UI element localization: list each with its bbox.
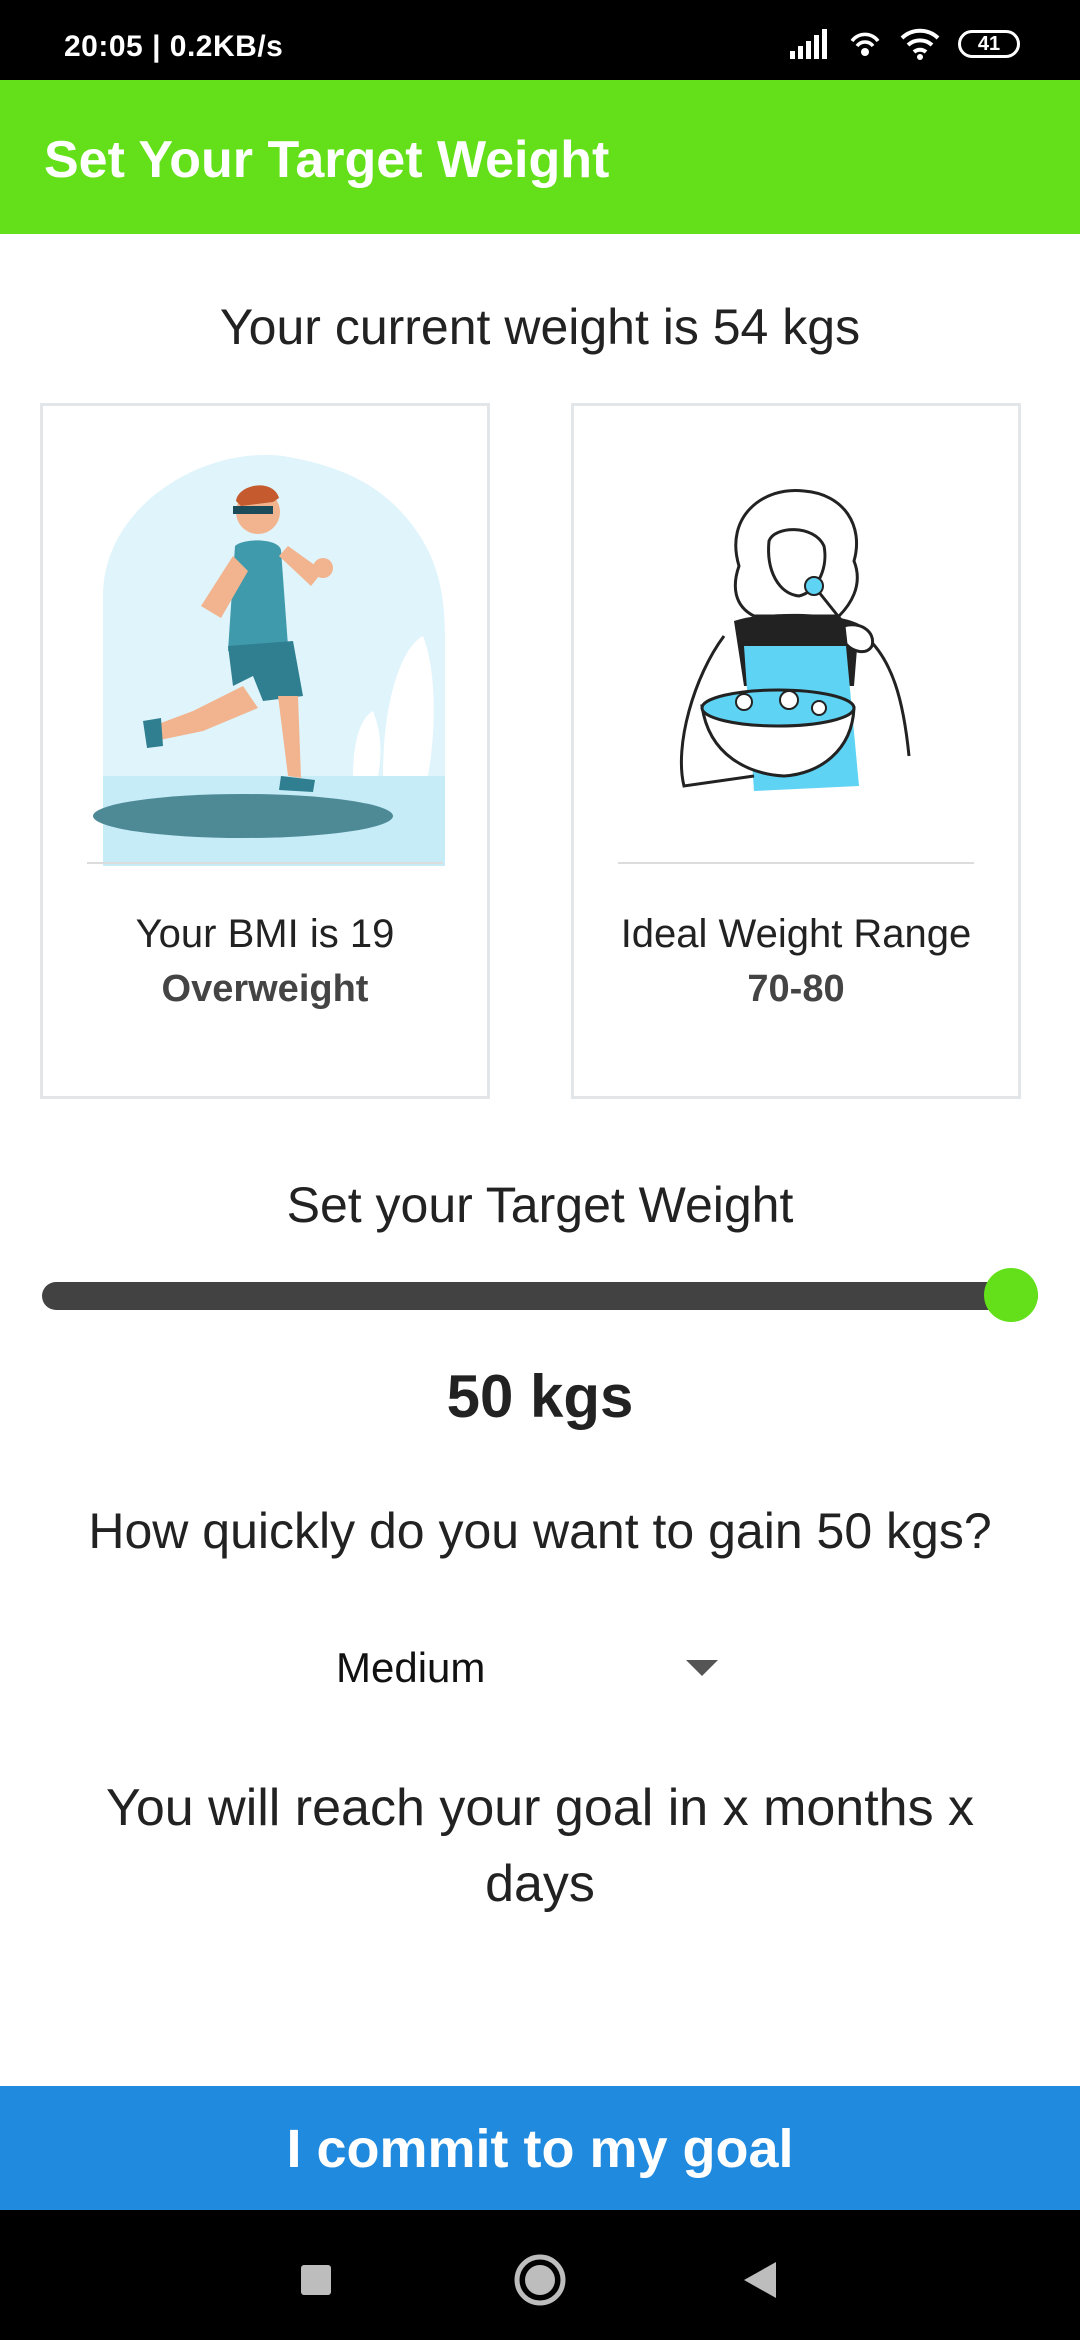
- target-weight-label: Set your Target Weight: [286, 1177, 794, 1233]
- commit-button[interactable]: I commit to my goal: [0, 2086, 1080, 2210]
- speed-dropdown[interactable]: Medium: [330, 1638, 730, 1698]
- card-divider: [618, 862, 974, 864]
- bmi-card[interactable]: Your BMI is 19 Overweight: [40, 403, 490, 1099]
- slider-thumb[interactable]: [984, 1268, 1038, 1322]
- status-icons: 41: [790, 26, 1020, 62]
- current-weight-text: Your current weight is 54 kgs: [219, 299, 861, 355]
- battery-level: 41: [977, 32, 1001, 55]
- runner-illustration: [93, 454, 445, 866]
- ideal-weight-card[interactable]: Ideal Weight Range 70-80: [571, 403, 1021, 1099]
- card-divider: [87, 862, 443, 864]
- slider-track[interactable]: [42, 1282, 1038, 1310]
- signal-icon: [790, 29, 827, 59]
- bmi-label: Your BMI is 19: [135, 912, 395, 956]
- ideal-weight-label: Ideal Weight Range: [620, 912, 972, 956]
- woman-eating-salad-illustration: [679, 488, 911, 791]
- app-bar: Set Your Target Weight: [0, 80, 1080, 234]
- target-weight-value: 50 kgs: [446, 1363, 634, 1430]
- target-weight-slider[interactable]: [42, 1268, 1038, 1322]
- page-title: Set Your Target Weight: [44, 131, 610, 189]
- back-icon[interactable]: [730, 2250, 790, 2310]
- status-time-speed: 20:05 | 0.2KB/s: [64, 30, 284, 63]
- wifi-icon: [900, 28, 940, 60]
- system-nav-bar: [0, 2210, 1080, 2340]
- status-bar: 20:05 | 0.2KB/s 41: [0, 0, 1080, 80]
- speed-selected-value: Medium: [336, 1644, 486, 1691]
- gain-speed-question: How quickly do you want to gain 50 kgs?: [88, 1503, 992, 1559]
- goal-estimate-text: You will reach your goal in x months x d…: [105, 1779, 975, 1913]
- dropdown-arrow-icon: [686, 1660, 718, 1676]
- recent-apps-icon[interactable]: [286, 2250, 346, 2310]
- ideal-weight-range: 70-80: [747, 968, 845, 1010]
- hotspot-icon: [850, 32, 880, 56]
- battery-icon: 41: [958, 30, 1020, 58]
- bmi-status: Overweight: [161, 968, 369, 1010]
- home-icon[interactable]: [510, 2250, 570, 2310]
